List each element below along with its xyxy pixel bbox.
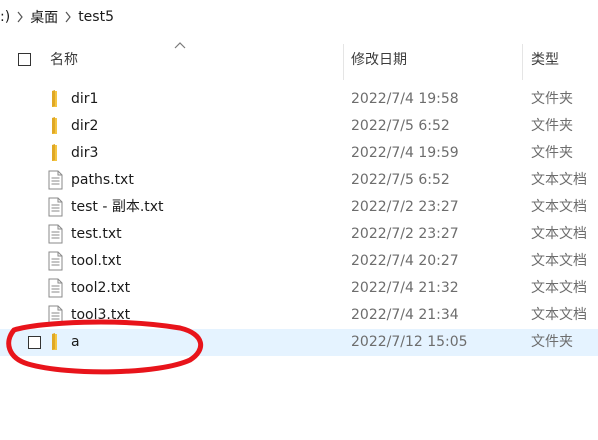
file-date: 2022/7/4 21:32: [351, 280, 459, 296]
file-name[interactable]: dir3: [71, 140, 98, 167]
file-date: 2022/7/2 23:27: [351, 199, 459, 215]
column-header-date[interactable]: 修改日期: [351, 40, 407, 80]
folder-icon: [46, 116, 64, 136]
file-type: 文本文档: [531, 199, 587, 215]
breadcrumb: :) 桌面 test5: [0, 0, 598, 34]
file-type: 文件夹: [531, 91, 573, 107]
file-type: 文本文档: [531, 253, 587, 269]
file-row[interactable]: tool.txt 2022/7/4 20:27 文本文档: [0, 248, 598, 275]
text-file-icon: [46, 278, 64, 298]
file-date: 2022/7/4 19:58: [351, 91, 459, 107]
file-list: dir1 2022/7/4 19:58 文件夹 dir2 2022/7/5 6:52 文件…: [0, 86, 598, 356]
chevron-right-icon[interactable]: [10, 9, 30, 25]
breadcrumb-item-desktop[interactable]: 桌面: [30, 7, 58, 27]
file-name[interactable]: a: [71, 329, 80, 356]
text-file-icon: [46, 305, 64, 325]
file-date: 2022/7/4 20:27: [351, 253, 459, 269]
file-type: 文件夹: [531, 334, 573, 350]
chevron-right-icon[interactable]: [58, 9, 78, 25]
file-name[interactable]: paths.txt: [71, 167, 134, 194]
file-name[interactable]: dir1: [71, 86, 98, 113]
text-file-icon: [46, 224, 64, 244]
file-type: 文件夹: [531, 145, 573, 161]
folder-icon: [46, 89, 64, 109]
file-row[interactable]: paths.txt 2022/7/5 6:52 文本文档: [0, 167, 598, 194]
file-date: 2022/7/5 6:52: [351, 118, 450, 134]
file-row[interactable]: a 2022/7/12 15:05 文件夹: [0, 329, 598, 356]
text-file-icon: [46, 170, 64, 190]
folder-icon: [46, 143, 64, 163]
sort-ascending-icon: [174, 42, 186, 49]
column-header-name[interactable]: 名称: [50, 40, 78, 80]
column-header-type[interactable]: 类型: [531, 40, 559, 80]
file-row[interactable]: test - 副本.txt 2022/7/2 23:27 文本文档: [0, 194, 598, 221]
column-header: 名称 修改日期 类型: [0, 40, 598, 80]
file-name[interactable]: test - 副本.txt: [71, 194, 164, 221]
text-file-icon: [46, 251, 64, 271]
file-name[interactable]: tool2.txt: [71, 275, 130, 302]
file-row[interactable]: dir1 2022/7/4 19:58 文件夹: [0, 86, 598, 113]
file-type: 文本文档: [531, 307, 587, 323]
file-name[interactable]: test.txt: [71, 221, 122, 248]
file-row[interactable]: dir2 2022/7/5 6:52 文件夹: [0, 113, 598, 140]
folder-icon: [46, 332, 64, 352]
file-name[interactable]: dir2: [71, 113, 98, 140]
file-row[interactable]: tool2.txt 2022/7/4 21:32 文本文档: [0, 275, 598, 302]
breadcrumb-drive[interactable]: :): [0, 9, 10, 25]
file-date: 2022/7/12 15:05: [351, 334, 468, 350]
file-row[interactable]: dir3 2022/7/4 19:59 文件夹: [0, 140, 598, 167]
text-file-icon: [46, 197, 64, 217]
row-checkbox[interactable]: [28, 336, 41, 349]
breadcrumb-item-test5[interactable]: test5: [78, 9, 114, 25]
column-divider[interactable]: [522, 44, 523, 80]
file-type: 文件夹: [531, 118, 573, 134]
file-date: 2022/7/4 21:34: [351, 307, 459, 323]
file-name[interactable]: tool3.txt: [71, 302, 130, 329]
file-date: 2022/7/5 6:52: [351, 172, 450, 188]
file-date: 2022/7/4 19:59: [351, 145, 459, 161]
file-type: 文本文档: [531, 172, 587, 188]
file-date: 2022/7/2 23:27: [351, 226, 459, 242]
file-type: 文本文档: [531, 226, 587, 242]
select-all-checkbox[interactable]: [18, 53, 31, 66]
file-name[interactable]: tool.txt: [71, 248, 121, 275]
file-type: 文本文档: [531, 280, 587, 296]
file-row[interactable]: tool3.txt 2022/7/4 21:34 文本文档: [0, 302, 598, 329]
column-divider[interactable]: [343, 44, 344, 80]
file-row[interactable]: test.txt 2022/7/2 23:27 文本文档: [0, 221, 598, 248]
